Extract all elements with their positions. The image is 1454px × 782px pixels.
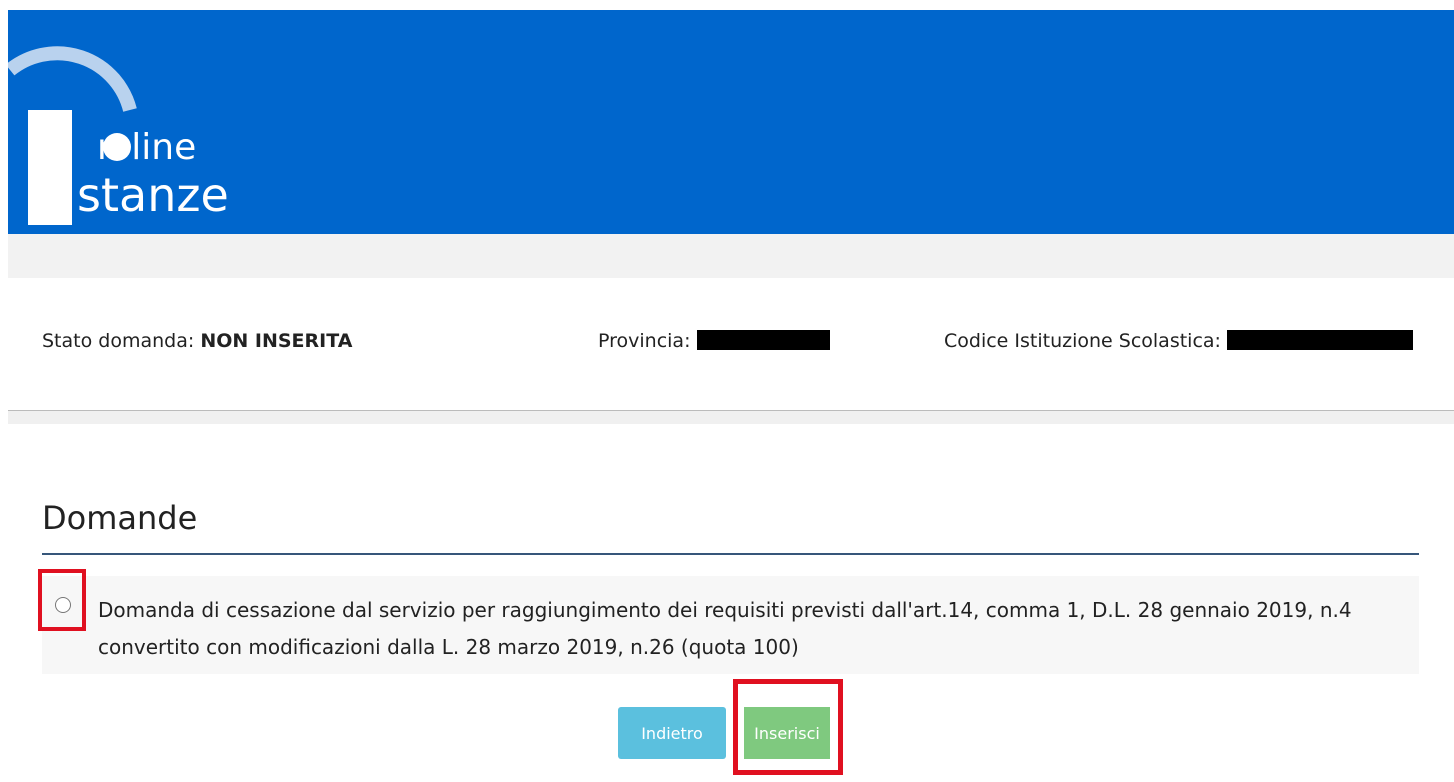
province-redaction bbox=[696, 330, 830, 350]
school-code-label: Codice Istituzione Scolastica: bbox=[944, 330, 1221, 352]
school-code-redaction bbox=[1227, 330, 1413, 350]
school-code-info: Codice Istituzione Scolastica: bbox=[944, 328, 1413, 354]
logo-text-istanze: stanze bbox=[77, 168, 229, 222]
status-label: Stato domanda: bbox=[42, 330, 195, 352]
site-header: n line stanze bbox=[8, 10, 1454, 234]
page-title: Domande bbox=[42, 499, 198, 537]
title-divider bbox=[42, 553, 1419, 555]
back-button[interactable]: Indietro bbox=[618, 707, 726, 759]
province-info: Provincia: bbox=[598, 328, 830, 354]
insert-highlight-box bbox=[733, 679, 843, 775]
info-bar-separator bbox=[8, 411, 1454, 424]
header-separator bbox=[8, 234, 1454, 278]
status-info: Stato domanda: NON INSERITA bbox=[42, 328, 352, 354]
province-label: Provincia: bbox=[598, 330, 691, 352]
logo-text-online: n line bbox=[97, 127, 197, 168]
option-label: Domanda di cessazione dal servizio per r… bbox=[98, 598, 1352, 659]
option-radio[interactable] bbox=[55, 597, 71, 613]
status-value: NON INSERITA bbox=[200, 330, 353, 352]
